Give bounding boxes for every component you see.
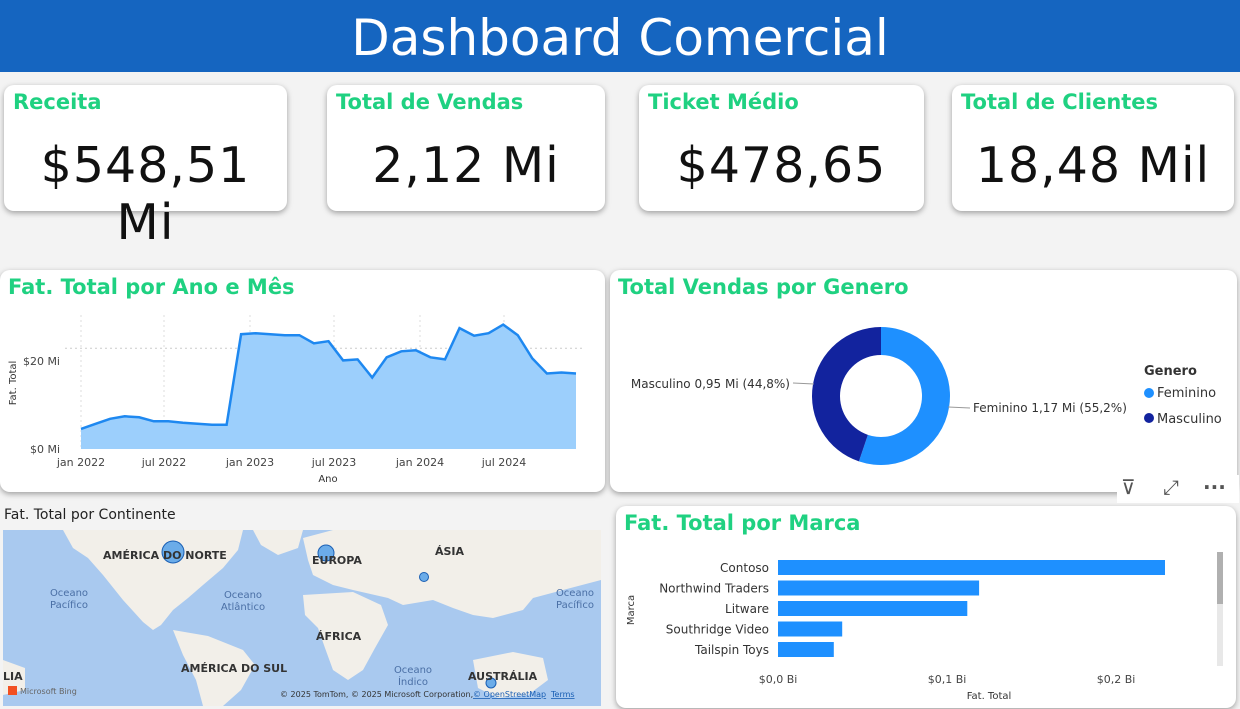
x-axis-label: Fat. Total [967, 691, 1012, 702]
bar-contoso[interactable] [778, 560, 1165, 575]
dashboard-header: Dashboard Comercial [0, 0, 1240, 72]
bar-tailspin-toys[interactable] [778, 642, 834, 657]
category-label: Northwind Traders [659, 582, 769, 596]
kpi-label: Total de Vendas [336, 90, 524, 114]
kpi-label: Ticket Médio [648, 90, 799, 114]
bing-logo-text: Microsoft Bing [20, 687, 77, 696]
bar-litware[interactable] [778, 601, 968, 616]
x-tick-label: jan 2023 [225, 456, 274, 469]
y-axis-label: Marca [626, 595, 637, 625]
legend-marker-masculino [1144, 413, 1154, 423]
land-greenland [253, 530, 303, 555]
x-tick-label: jan 2022 [56, 456, 105, 469]
kpi-value: 18,48 Mil [975, 137, 1211, 194]
map-label-africa: ÁFRICA [316, 630, 362, 643]
visual-header-toolbar: ⊽ ⤢ ··· [1117, 475, 1239, 503]
y-tick-label: $0 Mi [30, 443, 60, 456]
donut-chart-panel[interactable]: Total Vendas por Genero Masculino 0,95 M… [610, 270, 1237, 492]
map-canvas: AMÉRICA DO NORTE EUROPA ÁSIA ÁFRICA AMÉR… [3, 530, 601, 706]
map-label-australia: AUSTRÁLIA [468, 670, 538, 683]
land-north-america [63, 530, 243, 630]
bar-chart-panel[interactable]: Fat. Total por Marca Contoso Northwind Tr… [616, 506, 1236, 708]
map-label-north-america: AMÉRICA DO NORTE [103, 549, 227, 562]
kpi-card-ticket-medio[interactable]: Ticket Médio $478,65 [639, 85, 924, 211]
map-label-pacific-east: Oceano [556, 588, 594, 599]
kpi-card-receita[interactable]: Receita $548,51 Mi [4, 85, 287, 251]
map-title: Fat. Total por Continente [4, 507, 176, 523]
leader-line-masculino [792, 382, 815, 385]
map-label-lia: LIA [3, 670, 23, 683]
y-axis-label: Fat. Total [8, 361, 19, 406]
legend-title: Genero [1144, 364, 1197, 379]
data-label-feminino: Feminino 1,17 Mi (55,2%) [973, 401, 1127, 415]
legend-entry-masculino[interactable]: Masculino [1157, 412, 1222, 427]
page-title: Dashboard Comercial [351, 9, 889, 67]
map-label-europe: EUROPA [312, 554, 362, 567]
data-label-masculino: Masculino 0,95 Mi (44,8%) [631, 377, 790, 391]
kpi-value: $478,65 [676, 137, 887, 194]
kpi-card-total-clientes[interactable]: Total de Clientes 18,48 Mil [952, 85, 1234, 211]
map-label-indian: Oceano [394, 665, 432, 676]
filter-icon[interactable]: ⊽ [1121, 475, 1136, 499]
focus-mode-icon[interactable]: ⤢ [1163, 475, 1179, 499]
x-axis-label: Ano [318, 474, 337, 485]
x-tick-label: jan 2024 [395, 456, 444, 469]
more-options-icon[interactable]: ··· [1203, 475, 1226, 499]
legend-marker-feminino [1144, 388, 1154, 398]
x-tick-label: jul 2023 [311, 456, 357, 469]
scrollbar-thumb[interactable] [1217, 552, 1223, 604]
y-tick-label: $20 Mi [23, 355, 60, 368]
map-label-pacific-east: Pacífico [556, 599, 594, 611]
map-label-atlantic: Oceano [224, 590, 262, 601]
bubble-asia[interactable] [419, 572, 429, 582]
map-attribution: © 2025 TomTom, © 2025 Microsoft Corporat… [280, 690, 473, 699]
category-label: Southridge Video [666, 623, 769, 637]
kpi-card-total-vendas[interactable]: Total de Vendas 2,12 Mi [327, 85, 605, 211]
donut-chart: Masculino 0,95 Mi (44,8%) Feminino 1,17 … [631, 327, 1222, 465]
map-label-pacific-west: Pacífico [50, 599, 88, 611]
map-terms-link[interactable]: Terms [550, 690, 575, 699]
legend-entry-feminino[interactable]: Feminino [1157, 386, 1216, 401]
map-label-asia: ÁSIA [435, 545, 465, 558]
x-tick-label: $0,0 Bi [759, 673, 798, 686]
line-chart: $20 Mi $0 Mi jan 2022 jul 2022 jan 2023 … [8, 315, 585, 485]
kpi-value: 2,12 Mi [372, 137, 560, 194]
bar-southridge-video[interactable] [778, 621, 843, 637]
category-label: Litware [725, 602, 769, 616]
kpi-label: Total de Clientes [961, 90, 1159, 114]
category-label: Tailspin Toys [694, 643, 769, 657]
x-tick-label: jul 2024 [481, 456, 527, 469]
bar-northwind-traders[interactable] [778, 580, 980, 596]
category-label: Contoso [720, 561, 769, 575]
x-tick-label: $0,2 Bi [1097, 673, 1136, 686]
map-osm-link[interactable]: © OpenStreetMap [473, 690, 546, 699]
kpi-label: Receita [13, 90, 102, 114]
kpi-value: $548,51 Mi [40, 137, 251, 251]
map-label-south-america: AMÉRICA DO SUL [181, 662, 287, 675]
map-label-atlantic: Atlântico [221, 601, 265, 613]
bing-logo-icon [8, 686, 17, 695]
bar-chart: Contoso Northwind Traders Litware Southridg… [626, 552, 1223, 702]
leader-line-feminino [947, 406, 971, 409]
map-label-pacific-west: Oceano [50, 588, 88, 599]
x-tick-label: $0,1 Bi [928, 673, 967, 686]
map-label-indian: Índico [398, 675, 428, 688]
map-visual[interactable]: AMÉRICA DO NORTE EUROPA ÁSIA ÁFRICA AMÉR… [3, 530, 601, 706]
line-chart-panel[interactable]: Fat. Total por Ano e Mês $20 Mi $0 Mi ja… [0, 270, 605, 492]
x-tick-label: jul 2022 [141, 456, 187, 469]
